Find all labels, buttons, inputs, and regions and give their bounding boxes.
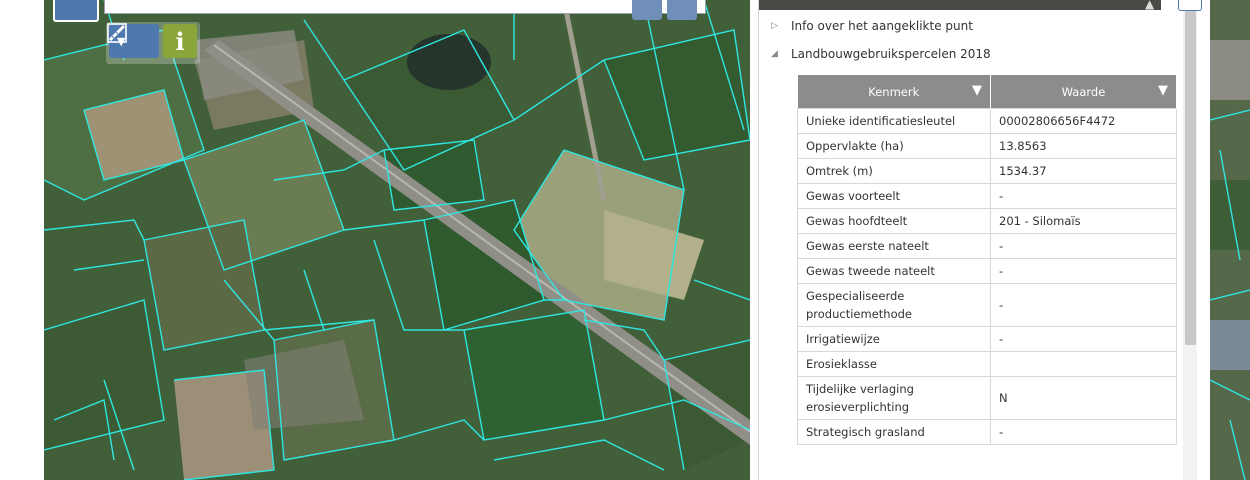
- info-panel: ▲ ▷ Info over het aangeklikte punt ◢ Lan…: [758, 0, 1199, 480]
- table-row: Omtrek (m) 1534.37: [797, 158, 1177, 184]
- panel-toggle-button[interactable]: [1178, 0, 1202, 11]
- table-row: Strategisch grasland -: [797, 419, 1177, 445]
- table-row: Erosieklasse: [797, 351, 1177, 377]
- table-cell-key: Erosieklasse: [797, 351, 991, 377]
- filter-icon[interactable]: ▼: [1158, 83, 1168, 98]
- table-cell-value: -: [990, 258, 1177, 284]
- table-cell-value: 1534.37: [990, 158, 1177, 184]
- tree-item-label: Info over het aangeklikte punt: [791, 19, 973, 33]
- search-button[interactable]: [632, 0, 662, 20]
- table-cell-key: Oppervlakte (ha): [797, 133, 991, 159]
- table-row: Oppervlakte (ha) 13.8563: [797, 133, 1177, 159]
- table-row: Gewas voorteelt -: [797, 183, 1177, 209]
- table-row: Gespecialiseerde productiemethode -: [797, 283, 1177, 327]
- table-row: Gewas hoofdteelt 201 - Silomaïs: [797, 208, 1177, 234]
- table-cell-value: -: [990, 326, 1177, 352]
- table-cell-value: N: [990, 376, 1177, 420]
- panel-header: ▲: [759, 0, 1161, 11]
- table-cell-key: Gewas tweede nateelt: [797, 258, 991, 284]
- column-header-waarde[interactable]: Waarde ▼: [990, 75, 1177, 109]
- left-margin: [0, 0, 44, 480]
- search-input[interactable]: [104, 0, 706, 14]
- table-cell-key: Tijdelijke verlaging erosieverplichting: [797, 376, 991, 420]
- table-cell-key: Gewas hoofdteelt: [797, 208, 991, 234]
- tree-item-landbouwgebruikspercelen[interactable]: ◢ Landbouwgebruikspercelen 2018: [771, 44, 991, 64]
- table-cell-key: Unieke identificatiesleutel: [797, 108, 991, 134]
- table-cell-value: -: [990, 283, 1177, 327]
- aerial-imagery[interactable]: [44, 0, 750, 480]
- map-toolbar: ▼ i: [106, 22, 200, 64]
- table-cell-key: Gewas eerste nateelt: [797, 233, 991, 259]
- table-row: Gewas tweede nateelt -: [797, 258, 1177, 284]
- table-cell-value: 13.8563: [990, 133, 1177, 159]
- table-cell-key: Strategisch grasland: [797, 419, 991, 445]
- table-cell-value: -: [990, 233, 1177, 259]
- panel-scrollbar-thumb[interactable]: [1185, 0, 1196, 345]
- map-view[interactable]: ▼ i: [44, 0, 750, 480]
- info-tool-button[interactable]: i: [163, 24, 197, 58]
- table-cell-key: Gespecialiseerde productiemethode: [797, 283, 991, 327]
- column-header-kenmerk[interactable]: Kenmerk ▼: [797, 75, 991, 109]
- menu-button[interactable]: [53, 0, 99, 22]
- table-cell-value: [990, 351, 1177, 377]
- table-cell-value: 00002806656F4472: [990, 108, 1177, 134]
- expand-arrow-icon[interactable]: ▷: [771, 21, 791, 31]
- table-cell-key: Gewas voorteelt: [797, 183, 991, 209]
- table-row: Irrigatiewijze -: [797, 326, 1177, 352]
- filter-icon[interactable]: ▼: [972, 83, 982, 98]
- attribute-table: Kenmerk ▼ Waarde ▼ Unieke identificaties…: [797, 75, 1177, 445]
- table-cell-value: -: [990, 183, 1177, 209]
- tree-item-label: Landbouwgebruikspercelen 2018: [791, 47, 991, 61]
- collapse-icon[interactable]: ▲: [1145, 0, 1154, 11]
- aerial-imagery-secondary: [1210, 0, 1250, 480]
- tree-item-clicked-point-info[interactable]: ▷ Info over het aangeklikte punt: [771, 16, 973, 36]
- second-map-view[interactable]: [1210, 0, 1250, 480]
- table-cell-key: Irrigatiewijze: [797, 326, 991, 352]
- collapse-arrow-icon[interactable]: ◢: [771, 49, 791, 59]
- table-row: Gewas eerste nateelt -: [797, 233, 1177, 259]
- table-cell-key: Omtrek (m): [797, 158, 991, 184]
- table-row: Unieke identificatiesleutel 00002806656F4…: [797, 108, 1177, 134]
- measure-tool-button[interactable]: ▼: [107, 23, 159, 58]
- table-cell-value: 201 - Silomaïs: [990, 208, 1177, 234]
- clear-search-button[interactable]: [667, 0, 697, 20]
- table-row: Tijdelijke verlaging erosieverplichting N: [797, 376, 1177, 420]
- info-icon: i: [175, 26, 185, 56]
- table-cell-value: -: [990, 419, 1177, 445]
